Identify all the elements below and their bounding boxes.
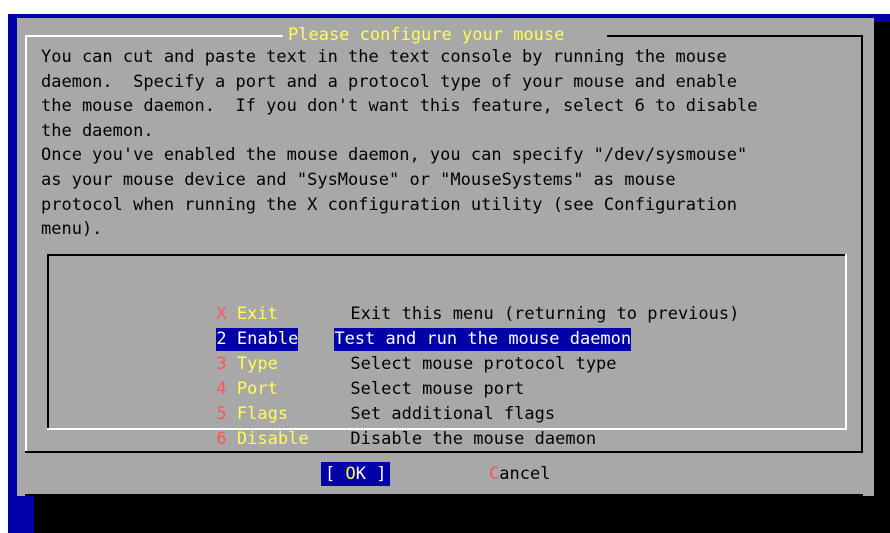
- ok-button-hotkey: O: [345, 464, 356, 484]
- menu-item-description: Disable the mouse daemon: [350, 429, 597, 449]
- ok-button-bracket-left: [: [325, 464, 346, 484]
- ok-button[interactable]: [ OK ]: [321, 462, 391, 486]
- dialog-shadow-bottom: [34, 496, 890, 533]
- dialog-title: Please configure your mouse: [283, 24, 570, 46]
- menu-item-hotkey: 6: [216, 429, 227, 449]
- frame-left: [25, 35, 27, 451]
- menu-item-type[interactable]: 3 Type Select mouse protocol type: [155, 330, 616, 374]
- dialog-description: You can cut and paste text in the text c…: [41, 47, 758, 240]
- dialog-bottom-edge: [25, 494, 863, 496]
- menu-item-disable[interactable]: 6 Disable Disable the mouse daemon: [155, 405, 596, 449]
- menu-box-border-right: [845, 254, 847, 430]
- cancel-button-label: ancel: [499, 464, 551, 484]
- ok-button-bracket-right: ]: [376, 464, 387, 484]
- menu-item-flags[interactable]: 5 Flags Set additional flags: [155, 380, 555, 424]
- menu-box-border-left: [47, 254, 49, 430]
- frame-right: [861, 35, 863, 451]
- frame-top-right: [607, 35, 863, 37]
- button-bar-divider: [25, 451, 863, 453]
- frame-top-left: [25, 35, 283, 37]
- dialog-shadow-right: [874, 22, 890, 533]
- cancel-button-hotkey: C: [489, 464, 500, 484]
- menu-box: X Exit Exit this menu (returning to previ…: [47, 254, 847, 449]
- mouse-config-dialog: Please configure your mouse You can cut …: [17, 18, 874, 496]
- menu-item-exit[interactable]: X Exit Exit this menu (returning to previ…: [155, 280, 739, 324]
- menu-item-enable[interactable]: 2 Enable Test and run the mouse daemon: [155, 305, 632, 351]
- menu-item-port[interactable]: 4 Port Select mouse port: [155, 355, 524, 399]
- menu-item-tag-label: Disable: [226, 429, 309, 449]
- ok-button-label: K: [355, 464, 377, 484]
- menu-item-tag: 6 Disable: [216, 428, 350, 451]
- cancel-button[interactable]: Cancel: [489, 462, 550, 486]
- menu-box-border-top: [47, 254, 847, 256]
